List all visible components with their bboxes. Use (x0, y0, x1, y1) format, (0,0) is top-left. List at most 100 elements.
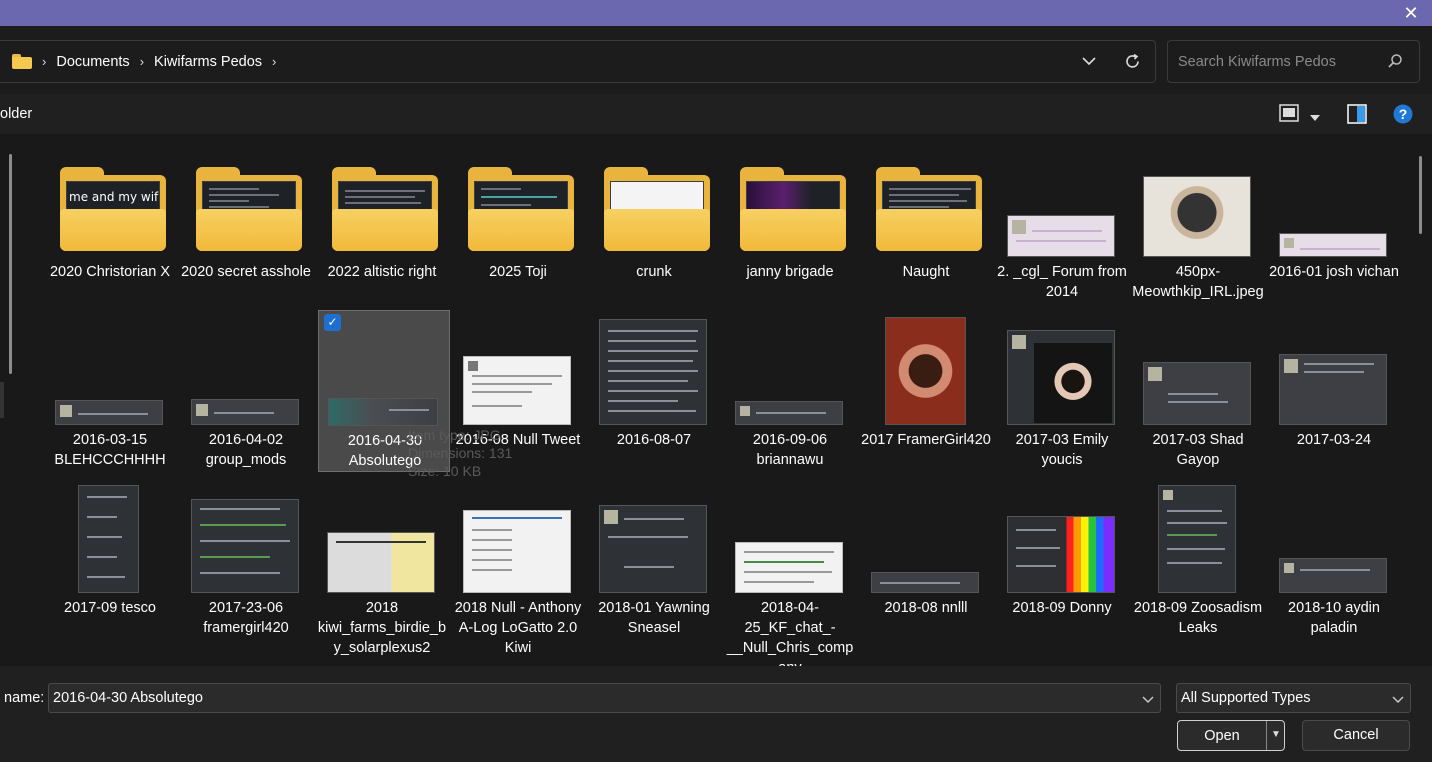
toolbar: older ? (0, 94, 1432, 134)
search-icon[interactable] (1387, 53, 1403, 72)
file-tile[interactable]: janny brigade (724, 142, 856, 304)
open-button-label: Open (1204, 728, 1240, 744)
image-thumbnail (885, 317, 966, 425)
file-tile[interactable]: 2. _cgl_ Forum from 2014 (996, 142, 1128, 304)
image-thumbnail (1007, 330, 1115, 425)
file-tile[interactable]: 2018-09 Donny (996, 478, 1128, 640)
image-thumbnail (191, 499, 299, 593)
file-name: crunk (636, 264, 672, 280)
address-bar[interactable]: › Documents › Kiwifarms Pedos › (0, 40, 1156, 83)
file-name: 2018-01 Yawning Sneasel (598, 600, 710, 636)
image-thumbnail (1143, 176, 1251, 257)
file-tile[interactable]: 2016-04-02 group_mods (180, 310, 312, 472)
file-tile[interactable]: 2022 altistic right (316, 142, 448, 304)
content-scrollbar[interactable] (1419, 156, 1422, 234)
image-thumbnail (328, 398, 438, 426)
close-icon[interactable]: ✕ (1400, 2, 1422, 24)
image-thumbnail (191, 399, 299, 425)
caret-down-icon[interactable]: ▼ (1267, 729, 1285, 740)
file-grid: me and my wife got s 2020 Christorian X … (0, 134, 1432, 666)
open-button[interactable]: Open ▼ (1177, 720, 1285, 751)
file-tile[interactable]: 2018-04-25_KF_chat_-__Null_Chris_company (724, 478, 856, 666)
folder-icon (12, 54, 32, 69)
chevron-down-icon[interactable] (1142, 691, 1154, 707)
file-tile[interactable]: crunk (588, 142, 720, 304)
cancel-button[interactable]: Cancel (1302, 720, 1410, 751)
chevron-right-icon[interactable]: › (140, 54, 144, 69)
image-thumbnail (871, 572, 979, 593)
chevron-down-icon[interactable] (1392, 691, 1404, 707)
filename-field[interactable]: 2016-04-30 Absolutego (48, 683, 1161, 713)
file-tile[interactable]: 2017 FramerGirl420 (860, 310, 992, 472)
image-thumbnail (735, 401, 843, 425)
folder-icon: me and my wife got s (60, 167, 166, 251)
file-name: 2017-03 Emily youcis (1015, 432, 1109, 468)
file-name: 450px-Meowthkip_IRL.jpeg (1132, 264, 1264, 300)
image-thumbnail (1279, 354, 1387, 425)
breadcrumb: › Documents › Kiwifarms Pedos › (12, 41, 286, 82)
file-name: 2016-08 Null Tweet (455, 432, 581, 448)
file-name: 2017-23-06 framergirl420 (203, 600, 289, 636)
file-tile[interactable]: 2016-09-06 briannawu (724, 310, 856, 472)
file-tile[interactable]: Naught (860, 142, 992, 304)
file-tile[interactable]: 2016-08-07 (588, 310, 720, 472)
file-tile[interactable]: 2025 Toji (452, 142, 584, 304)
file-tile[interactable]: 2018-09 Zoosadism Leaks (1132, 478, 1264, 640)
image-thumbnail (735, 542, 843, 593)
file-tile[interactable]: 2017-09 tesco (44, 478, 176, 640)
image-thumbnail (1007, 516, 1115, 593)
file-tile[interactable]: 2016-08 Null Tweet (452, 310, 584, 472)
chevron-right-icon[interactable]: › (42, 54, 46, 69)
file-tile[interactable]: 2018-08 nnlll (860, 478, 992, 640)
file-name: 2016-09-06 briannawu (752, 432, 828, 468)
file-tile[interactable]: 2018-10 aydin paladin (1268, 478, 1400, 640)
file-tile[interactable]: 2016-03-15 BLEHCCCHHHH (44, 310, 176, 472)
file-name: 2016-04-30 Absolutego (347, 433, 423, 469)
view-mode-icon[interactable] (1279, 104, 1299, 125)
file-tile[interactable]: 2018 Null - Anthony A-Log LoGatto 2.0 Ki… (452, 478, 584, 656)
filetype-value: All Supported Types (1181, 690, 1311, 706)
file-tile[interactable]: 2017-03 Emily youcis (996, 310, 1128, 472)
image-thumbnail (1143, 362, 1251, 425)
preview-pane-icon[interactable] (1347, 104, 1367, 127)
folder-icon (196, 167, 302, 251)
checkbox-checked-icon[interactable]: ✓ (324, 314, 341, 331)
file-name: 2025 Toji (489, 264, 547, 280)
image-thumbnail (463, 356, 571, 425)
view-dropdown-icon[interactable] (1310, 108, 1320, 124)
search-input[interactable]: Search Kiwifarms Pedos (1167, 40, 1420, 83)
svg-text:?: ? (1399, 106, 1408, 122)
file-tile[interactable]: 450px-Meowthkip_IRL.jpeg (1132, 142, 1264, 304)
chevron-down-icon[interactable] (1078, 41, 1100, 82)
file-name: 2018-10 aydin paladin (1288, 600, 1380, 636)
help-icon[interactable]: ? (1393, 104, 1413, 127)
image-thumbnail (1158, 485, 1236, 593)
file-name: 2017-03-24 (1296, 432, 1372, 448)
folder-icon (604, 167, 710, 251)
file-tile[interactable]: 2017-03-24 (1268, 310, 1400, 472)
image-thumbnail (1279, 558, 1387, 593)
file-name: 2022 altistic right (327, 264, 437, 280)
file-tile[interactable]: 2017-23-06 framergirl420 (180, 478, 312, 640)
file-name: 2018-09 Zoosadism Leaks (1133, 600, 1263, 636)
breadcrumb-current-folder[interactable]: Kiwifarms Pedos (154, 54, 262, 70)
file-tile[interactable]: 2018 kiwi_farms_birdie_by_solarplexus2 (316, 478, 448, 656)
file-tile[interactable]: 2018-01 Yawning Sneasel (588, 478, 720, 640)
chevron-right-icon[interactable]: › (272, 54, 276, 69)
file-name: 2. _cgl_ Forum from 2014 (997, 264, 1127, 300)
file-name: 2016-01 josh vichan (1269, 264, 1399, 280)
file-tile[interactable]: 2017-03 Shad Gayop (1132, 310, 1264, 472)
nav-scrollbar[interactable] (9, 154, 12, 374)
refresh-icon[interactable] (1120, 41, 1144, 82)
file-tile[interactable]: 2020 secret asshole (180, 142, 312, 304)
filetype-select[interactable]: All Supported Types (1176, 683, 1411, 713)
folder-icon (332, 167, 438, 251)
file-tile[interactable]: 2016-01 josh vichan (1268, 142, 1400, 304)
breadcrumb-documents[interactable]: Documents (56, 54, 129, 70)
new-folder-button[interactable]: older (0, 106, 32, 122)
filename-label: name: (4, 690, 45, 706)
file-tile[interactable]: me and my wife got s 2020 Christorian X (44, 142, 176, 304)
image-thumbnail (78, 485, 139, 593)
folder-preview-text: me and my wife got s (69, 190, 159, 204)
file-tile-selected[interactable]: ✓ 2016-04-30 Absolutego (318, 310, 450, 472)
